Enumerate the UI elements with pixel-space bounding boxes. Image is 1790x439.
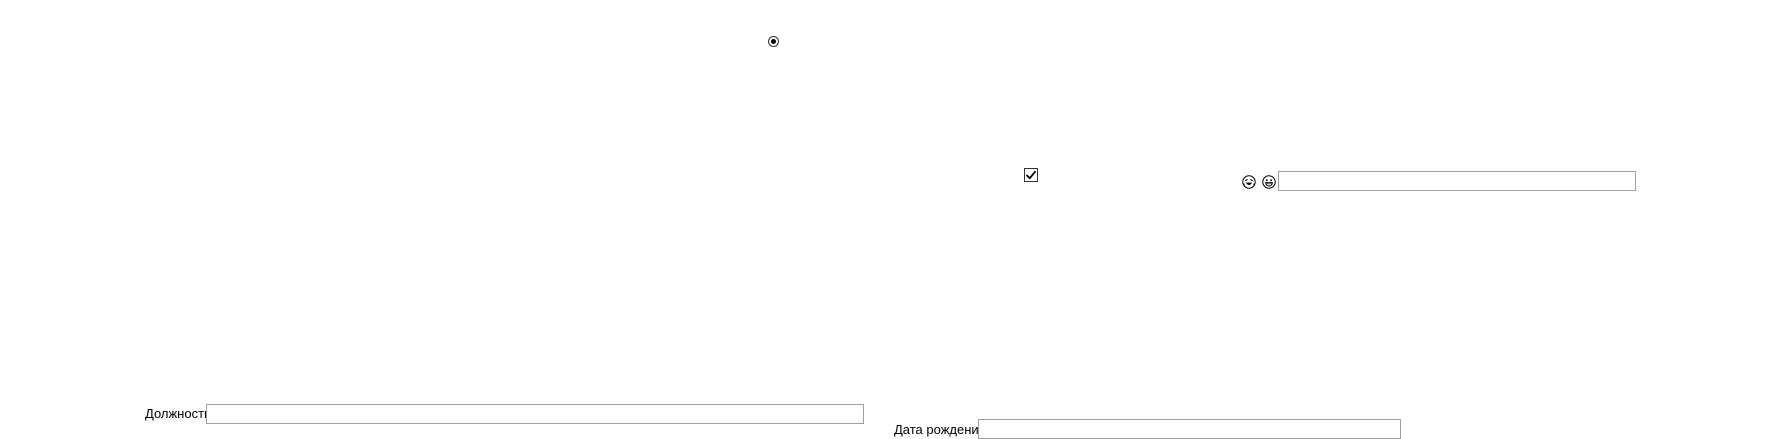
birthdate-input[interactable] — [978, 419, 1401, 439]
position-input[interactable] — [206, 404, 864, 424]
grinning-emoji-icon[interactable] — [1262, 174, 1276, 189]
radio-button[interactable] — [768, 36, 779, 47]
text-input[interactable] — [1278, 171, 1636, 191]
position-label: Должность — [145, 406, 211, 421]
radio-selected-dot — [771, 39, 776, 44]
checkmark-icon — [1026, 170, 1036, 180]
birthdate-label: Дата рождения — [894, 422, 986, 437]
laughing-emoji-icon[interactable] — [1242, 174, 1256, 189]
checkbox[interactable] — [1024, 168, 1038, 182]
